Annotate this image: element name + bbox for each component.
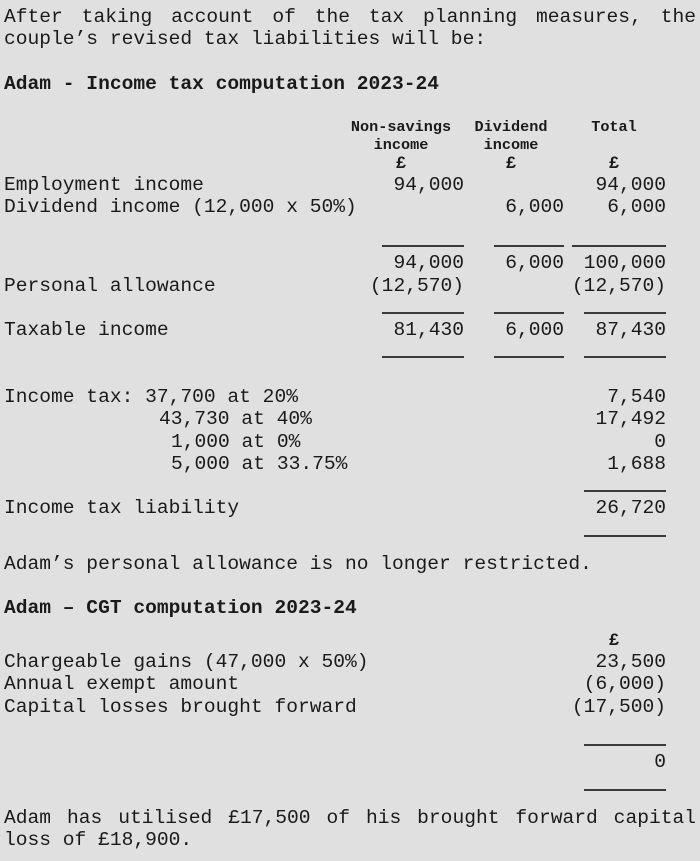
rule-total [584, 311, 666, 314]
taxable-income-closing-rule-row [4, 352, 696, 363]
table-row: 94,000 6,000 100,000 [4, 252, 696, 274]
row-value-total: 87,430 [595, 318, 666, 341]
tax-band-label: 43,730 at 40% [159, 408, 312, 431]
rule-liability-closing [584, 534, 666, 537]
cgt-row-amount: (6,000) [583, 673, 666, 696]
liability-amount: 26,720 [595, 497, 666, 520]
liability-closing-rule-row [4, 531, 696, 542]
cgt-currency-row: £ [4, 631, 696, 651]
cgt-row: Chargeable gains (47,000 x 50%) 23,500 [4, 651, 696, 673]
tax-band-label: 1,000 at 0% [171, 430, 301, 453]
tax-band-amount: 7,540 [607, 385, 666, 408]
currency-symbol-cgt: £ [608, 630, 620, 651]
table-row: Personal allowance (12,570) (12,570) [4, 275, 696, 297]
rule-cgt-total [584, 744, 666, 747]
cgt-row-label: Chargeable gains (47,000 x 50%) [4, 650, 369, 673]
row-value-non-savings: (12,570) [369, 274, 464, 297]
cgt-heading: Adam – CGT computation 2023-24 [4, 597, 357, 620]
rule-non-savings [382, 245, 464, 248]
tax-band-row: 1,000 at 0% 0 [4, 431, 696, 453]
row-label: Personal allowance [4, 274, 216, 297]
table-row: Employment income 94,000 94,000 [4, 174, 696, 196]
cgt-total-row: 0 [4, 751, 696, 773]
currency-symbol-total: £ [608, 154, 620, 174]
rule-dividend [494, 245, 564, 248]
income-tax-liability-row: Income tax liability 26,720 [4, 497, 696, 519]
table-row: Dividend income (12,000 x 50%) 6,000 6,0… [4, 196, 696, 218]
subtotal-rule-row [4, 241, 696, 252]
cgt-row-amount: (17,500) [571, 695, 666, 718]
cgt-closing-rule-row [4, 785, 696, 796]
tax-band-row: 43,730 at 40% 17,492 [4, 408, 696, 430]
rule-non-savings [382, 356, 464, 359]
intro-paragraph: After taking account of the tax planning… [4, 6, 696, 51]
income-tax-heading: Adam - Income tax computation 2023-24 [4, 73, 440, 96]
document-page: After taking account of the tax planning… [0, 0, 700, 852]
table-header-currency: £ £ £ [4, 154, 696, 174]
row-value-total: 100,000 [583, 252, 666, 275]
row-label: Dividend income (12,000 x 50%) [4, 196, 357, 219]
liability-label: Income tax liability [4, 497, 240, 520]
row-value-total: 94,000 [595, 174, 666, 196]
row-label: Taxable income [4, 318, 169, 341]
row-label: Employment income [4, 174, 204, 196]
capital-loss-note: Adam has utilised £17,500 of his brought… [4, 806, 696, 852]
rule-total [584, 356, 666, 359]
rule-cgt-closing [584, 788, 666, 791]
cgt-row-label: Annual exempt amount [4, 673, 240, 696]
cgt-row: Capital losses brought forward (17,500) [4, 696, 696, 718]
rule-total [572, 245, 666, 248]
table-header-line2: income income [4, 136, 696, 154]
cgt-total-rule-row [4, 740, 696, 751]
rule-liability [584, 490, 666, 493]
tax-band-label: Income tax: 37,700 at 20% [4, 385, 298, 408]
column-header-dividend-sub: income [483, 136, 539, 154]
row-value-dividend: 6,000 [505, 196, 564, 219]
tax-band-amount: 0 [654, 430, 666, 453]
tax-band-row: Income tax: 37,700 at 20% 7,540 [4, 386, 696, 408]
table-header-line1: Non-savings Dividend Total [4, 118, 696, 136]
tax-band-row: 5,000 at 33.75% 1,688 [4, 453, 696, 475]
cgt-row-amount: 23,500 [595, 650, 666, 673]
row-value-total: 6,000 [607, 196, 666, 219]
tax-band-amount: 1,688 [607, 452, 666, 475]
row-value-total: (12,570) [571, 274, 666, 297]
rule-non-savings [382, 311, 464, 314]
cgt-total-amount: 0 [654, 751, 666, 774]
row-value-non-savings: 94,000 [393, 174, 464, 196]
personal-allowance-note: Adam’s personal allowance is no longer r… [4, 552, 592, 575]
table-row-taxable-income: Taxable income 81,430 6,000 87,430 [4, 319, 696, 341]
tax-band-amount: 17,492 [595, 408, 666, 431]
taxable-income-rule-row [4, 308, 696, 319]
liability-rule-row [4, 486, 696, 497]
row-value-dividend: 6,000 [505, 318, 564, 341]
rule-dividend [494, 311, 564, 314]
row-value-non-savings: 81,430 [393, 318, 464, 341]
column-header-total: Total [591, 118, 637, 136]
rule-dividend [494, 356, 564, 359]
cgt-row: Annual exempt amount (6,000) [4, 673, 696, 695]
tax-band-label: 5,000 at 33.75% [171, 452, 348, 475]
row-value-non-savings: 94,000 [393, 252, 464, 275]
cgt-row-label: Capital losses brought forward [4, 695, 357, 718]
row-value-dividend: 6,000 [505, 252, 564, 275]
